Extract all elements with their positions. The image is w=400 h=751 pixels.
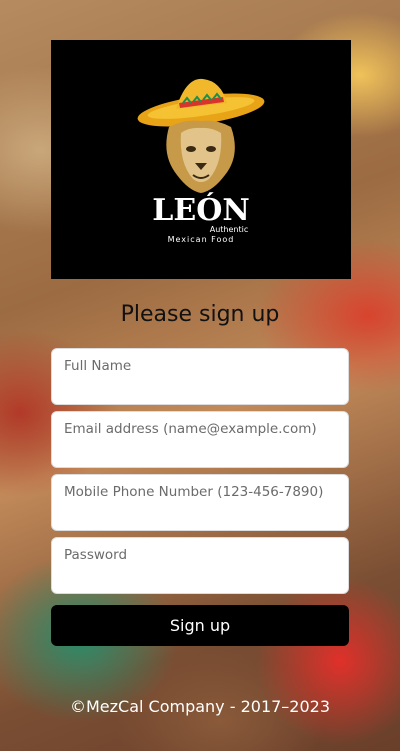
- password-field[interactable]: Password: [51, 537, 349, 594]
- full-name-field[interactable]: Full Name: [51, 348, 349, 405]
- svg-text:LEÓN: LEÓN: [152, 192, 250, 228]
- full-name-label: Full Name: [64, 358, 132, 374]
- svg-text:Mexican Food: Mexican Food: [168, 235, 235, 244]
- password-label: Password: [64, 547, 128, 563]
- lion-sombrero-logo: LEÓN Authentic Mexican Food: [137, 78, 265, 244]
- email-field[interactable]: Email address (name@example.com): [51, 411, 349, 468]
- email-label: Email address (name@example.com): [64, 421, 317, 437]
- brand-logo-card: LEÓN Authentic Mexican Food: [51, 40, 351, 279]
- page-title: Please sign up: [120, 302, 280, 327]
- phone-label: Mobile Phone Number (123-456-7890): [64, 484, 324, 500]
- phone-field[interactable]: Mobile Phone Number (123-456-7890): [51, 474, 349, 531]
- sign-up-button[interactable]: Sign up: [51, 605, 349, 646]
- svg-text:Authentic: Authentic: [210, 225, 249, 234]
- footer-copyright: ©MezCal Company - 2017–2023: [69, 697, 331, 716]
